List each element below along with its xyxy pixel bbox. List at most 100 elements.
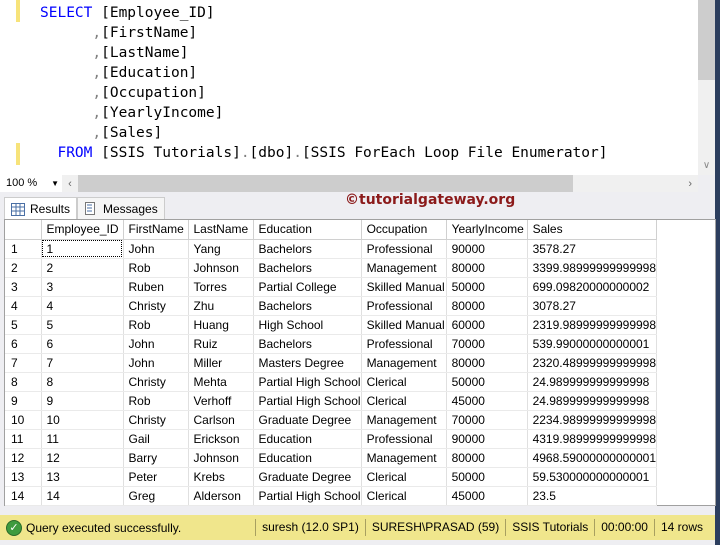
row-number[interactable]: 1 [5, 239, 42, 259]
table-cell[interactable]: 80000 [446, 296, 528, 316]
results-grid[interactable]: Employee_ID FirstName LastName Education Occ… [4, 219, 716, 506]
table-cell[interactable]: Clerical [361, 372, 447, 392]
row-number[interactable]: 13 [5, 467, 42, 487]
table-cell[interactable]: 24.989999999999998 [527, 391, 658, 411]
table-row[interactable]: 9 9 Rob Verhoff Partial High School Clerical 4… [5, 391, 658, 411]
table-cell[interactable]: Ruiz [188, 334, 254, 354]
table-cell[interactable]: Skilled Manual [361, 277, 447, 297]
table-cell[interactable]: Rob [123, 315, 189, 335]
table-cell[interactable]: Torres [188, 277, 254, 297]
table-cell[interactable]: Carlson [188, 410, 254, 430]
chevron-right-icon[interactable]: › [573, 178, 698, 190]
table-cell[interactable]: Mehta [188, 372, 254, 392]
table-cell[interactable]: Education [253, 448, 362, 468]
scrollbar-thumb[interactable] [698, 0, 715, 80]
horizontal-scrollbar-thumb[interactable] [78, 175, 573, 192]
table-cell[interactable]: Professional [361, 334, 447, 354]
row-number[interactable]: 10 [5, 410, 42, 430]
table-cell[interactable]: 90000 [446, 239, 528, 259]
table-cell[interactable]: Management [361, 410, 447, 430]
table-row[interactable]: 3 3 Ruben Torres Partial College Skilled Manu… [5, 277, 658, 297]
column-header[interactable]: LastName [188, 220, 254, 240]
column-header[interactable]: YearlyIncome [446, 220, 528, 240]
table-cell[interactable]: 539.99000000000001 [527, 334, 658, 354]
table-cell[interactable]: Partial High School [253, 372, 362, 392]
table-cell[interactable]: Professional [361, 239, 447, 259]
column-header[interactable]: Education [253, 220, 362, 240]
table-cell[interactable]: 80000 [446, 258, 528, 278]
table-cell[interactable]: 3578.27 [527, 239, 658, 259]
table-cell[interactable]: 8 [41, 372, 124, 392]
table-cell[interactable]: 45000 [446, 486, 528, 506]
table-cell[interactable]: 24.989999999999998 [527, 372, 658, 392]
table-cell[interactable]: Barry [123, 448, 189, 468]
table-cell[interactable]: 80000 [446, 353, 528, 373]
row-number[interactable]: 2 [5, 258, 42, 278]
table-cell[interactable]: 2319.98999999999998 [527, 315, 658, 335]
table-cell[interactable]: Management [361, 448, 447, 468]
table-cell[interactable]: Gail [123, 429, 189, 449]
table-cell[interactable]: Partial High School [253, 486, 362, 506]
table-cell[interactable]: Management [361, 258, 447, 278]
table-cell[interactable]: 90000 [446, 429, 528, 449]
table-cell[interactable]: 50000 [446, 372, 528, 392]
table-cell[interactable]: 10 [41, 410, 124, 430]
row-number[interactable]: 9 [5, 391, 42, 411]
table-row[interactable]: 2 2 Rob Johnson Bachelors Management 80000 3399… [5, 258, 658, 278]
table-row[interactable]: 1 1 John Yang Bachelors Professional 90000 3578… [5, 239, 658, 259]
table-cell[interactable]: Clerical [361, 391, 447, 411]
table-cell[interactable]: Yang [188, 239, 254, 259]
table-cell[interactable]: 11 [41, 429, 124, 449]
column-header[interactable]: Occupation [361, 220, 447, 240]
table-cell[interactable]: Johnson [188, 258, 254, 278]
table-cell[interactable]: Skilled Manual [361, 315, 447, 335]
tab-messages[interactable]: Messages [77, 197, 165, 219]
query-editor[interactable]: SELECT [Employee_ID] ,[FirstName] ,[Last… [0, 0, 715, 175]
table-row[interactable]: 13 13 Peter Krebs Graduate Degree Clerical 500… [5, 467, 658, 487]
table-cell[interactable]: 80000 [446, 448, 528, 468]
table-cell[interactable]: Krebs [188, 467, 254, 487]
column-header[interactable]: Sales [527, 220, 658, 240]
table-cell[interactable]: 60000 [446, 315, 528, 335]
table-cell[interactable]: Huang [188, 315, 254, 335]
table-cell[interactable]: Johnson [188, 448, 254, 468]
table-cell[interactable]: Greg [123, 486, 189, 506]
table-cell[interactable]: Erickson [188, 429, 254, 449]
table-cell[interactable]: 23.5 [527, 486, 658, 506]
table-cell[interactable]: Management [361, 353, 447, 373]
chevron-down-icon[interactable]: ∨ [698, 157, 715, 175]
table-cell[interactable]: Bachelors [253, 258, 362, 278]
table-row[interactable]: 8 8 Christy Mehta Partial High School Clerica… [5, 372, 658, 392]
table-cell[interactable]: 13 [41, 467, 124, 487]
table-cell[interactable]: Peter [123, 467, 189, 487]
column-header[interactable]: FirstName [123, 220, 189, 240]
table-cell[interactable]: Rob [123, 391, 189, 411]
table-cell[interactable]: Alderson [188, 486, 254, 506]
row-number[interactable]: 11 [5, 429, 42, 449]
tab-results[interactable]: Results [4, 197, 78, 220]
row-number[interactable]: 12 [5, 448, 42, 468]
table-cell[interactable]: 6 [41, 334, 124, 354]
table-cell[interactable]: 2 [41, 258, 124, 278]
table-cell[interactable]: Education [253, 429, 362, 449]
table-cell[interactable]: Christy [123, 372, 189, 392]
table-cell[interactable]: 45000 [446, 391, 528, 411]
chevron-left-icon[interactable]: ‹ [62, 178, 78, 190]
table-cell[interactable]: Professional [361, 429, 447, 449]
table-cell[interactable]: 3399.98999999999998 [527, 258, 658, 278]
table-cell[interactable]: Miller [188, 353, 254, 373]
table-row[interactable]: 12 12 Barry Johnson Education Management 80000… [5, 448, 658, 468]
table-cell[interactable]: Clerical [361, 486, 447, 506]
table-cell[interactable]: 12 [41, 448, 124, 468]
row-number[interactable]: 4 [5, 296, 42, 316]
table-cell[interactable]: 59.530000000000001 [527, 467, 658, 487]
table-cell[interactable]: Graduate Degree [253, 410, 362, 430]
table-cell[interactable]: 50000 [446, 467, 528, 487]
table-cell[interactable]: 4319.98999999999998 [527, 429, 658, 449]
table-cell[interactable]: John [123, 353, 189, 373]
table-row[interactable]: 4 4 Christy Zhu Bachelors Professional 80000 30… [5, 296, 658, 316]
table-cell[interactable]: Professional [361, 296, 447, 316]
table-cell[interactable]: Graduate Degree [253, 467, 362, 487]
table-cell[interactable]: Bachelors [253, 334, 362, 354]
row-number[interactable]: 14 [5, 486, 42, 506]
